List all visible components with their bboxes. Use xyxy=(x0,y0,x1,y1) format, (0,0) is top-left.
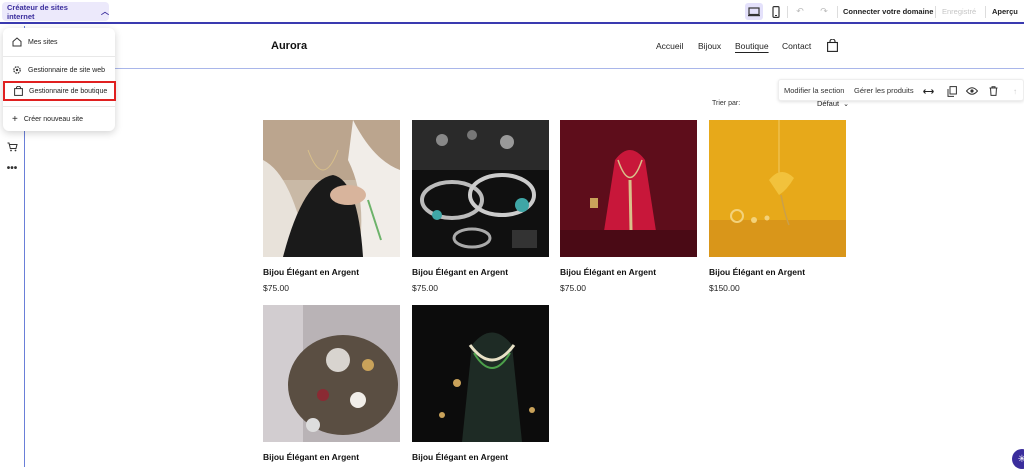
move-up-icon[interactable]: ↑ xyxy=(1009,85,1021,97)
shopping-bag-icon xyxy=(14,86,23,96)
trash-icon[interactable] xyxy=(987,85,999,97)
product-image[interactable] xyxy=(709,120,846,257)
help-assistant-button[interactable]: ✳ xyxy=(1012,449,1024,469)
edit-section-button[interactable]: Modifier la section xyxy=(784,86,844,95)
site-logo[interactable]: Aurora xyxy=(271,40,307,52)
cart-icon[interactable] xyxy=(6,141,18,153)
section-toolbar: Modifier la section Gérer les produits ↑ xyxy=(778,79,1024,101)
shopping-bag-icon[interactable] xyxy=(827,38,838,57)
gear-icon xyxy=(13,66,21,74)
product-image[interactable] xyxy=(263,305,400,442)
mobile-icon xyxy=(772,5,780,18)
nav-item-accueil[interactable]: Accueil xyxy=(656,41,683,51)
product-name[interactable]: Bijou Élégant en Argent xyxy=(560,267,697,277)
home-icon xyxy=(12,37,22,47)
top-bar: Créateur de sites internet ︿ ↶ ↷ Connect… xyxy=(0,0,1024,24)
menu-item-label: Gestionnaire de boutique xyxy=(29,87,108,95)
menu-item-label: Mes sites xyxy=(28,38,58,46)
product-card[interactable]: Bijou Élégant en Argent $75.00 xyxy=(263,120,400,293)
sort-select[interactable]: Défaut ⌄ xyxy=(817,99,849,108)
sort-selected-value: Défaut xyxy=(817,99,840,108)
preview-button[interactable]: Aperçu xyxy=(992,7,1018,16)
menu-item-gestionnaire-site-web[interactable]: Gestionnaire de site web xyxy=(3,60,115,80)
menu-item-gestionnaire-boutique[interactable]: Gestionnaire de boutique xyxy=(3,81,116,101)
menu-item-label: Gestionnaire de site web xyxy=(28,66,106,74)
visibility-eye-icon[interactable] xyxy=(966,85,978,97)
website-builder-dropdown: Mes sites Gestionnaire de site web Gesti… xyxy=(3,28,116,131)
nav-item-boutique[interactable]: Boutique xyxy=(735,41,769,51)
nav-item-contact[interactable]: Contact xyxy=(782,41,811,51)
resize-width-icon[interactable] xyxy=(922,85,934,97)
chevron-up-icon: ︿ xyxy=(101,7,109,16)
product-image[interactable] xyxy=(412,305,549,442)
product-price: $150.00 xyxy=(709,283,740,293)
product-name[interactable]: Bijou Élégant en Argent xyxy=(263,267,400,277)
redo-button[interactable]: ↷ xyxy=(815,3,833,20)
site-header: Aurora Accueil Bijoux Boutique Contact xyxy=(25,26,1024,69)
product-card[interactable]: Bijou Élégant en Argent $75.00 xyxy=(412,120,549,293)
mobile-view-button[interactable] xyxy=(767,3,785,20)
undo-icon: ↶ xyxy=(796,6,804,16)
more-icon[interactable]: ••• xyxy=(6,162,18,174)
saved-status: Enregistré xyxy=(942,7,977,16)
builder-label: Créateur de sites internet xyxy=(7,2,68,21)
desktop-view-button[interactable] xyxy=(745,3,763,20)
undo-button[interactable]: ↶ xyxy=(791,3,809,20)
connect-domain-button[interactable]: Connecter votre domaine xyxy=(843,7,933,16)
menu-item-creer-nouveau-site[interactable]: + Créer nouveau site xyxy=(3,109,115,129)
product-price: $75.00 xyxy=(263,283,289,293)
menu-item-mes-sites[interactable]: Mes sites xyxy=(3,32,115,52)
product-image[interactable] xyxy=(560,120,697,257)
nav-item-bijoux[interactable]: Bijoux xyxy=(698,41,721,51)
menu-item-label: Créer nouveau site xyxy=(23,115,83,123)
product-image[interactable] xyxy=(263,120,400,257)
product-name[interactable]: Bijou Élégant en Argent xyxy=(263,452,400,462)
product-card[interactable]: Bijou Élégant en Argent xyxy=(263,305,400,462)
duplicate-icon[interactable] xyxy=(946,85,958,97)
product-name[interactable]: Bijou Élégant en Argent xyxy=(412,267,549,277)
product-card[interactable]: Bijou Élégant en Argent $150.00 xyxy=(709,120,846,293)
manage-products-button[interactable]: Gérer les produits xyxy=(854,86,914,95)
product-card[interactable]: Bijou Élégant en Argent xyxy=(412,305,549,462)
website-builder-menu-button[interactable]: Créateur de sites internet ︿ xyxy=(2,2,109,21)
product-card[interactable]: Bijou Élégant en Argent $75.00 xyxy=(560,120,697,293)
chevron-down-icon: ⌄ xyxy=(843,100,849,108)
plus-icon: + xyxy=(12,113,18,125)
product-name[interactable]: Bijou Élégant en Argent xyxy=(412,452,549,462)
product-price: $75.00 xyxy=(412,283,438,293)
product-price: $75.00 xyxy=(560,283,586,293)
sparkle-icon: ✳ xyxy=(1017,453,1024,465)
desktop-icon xyxy=(748,6,760,16)
product-image[interactable] xyxy=(412,120,549,257)
redo-icon: ↷ xyxy=(820,6,828,16)
sort-label: Trier par: xyxy=(712,100,741,107)
product-name[interactable]: Bijou Élégant en Argent xyxy=(709,267,846,277)
